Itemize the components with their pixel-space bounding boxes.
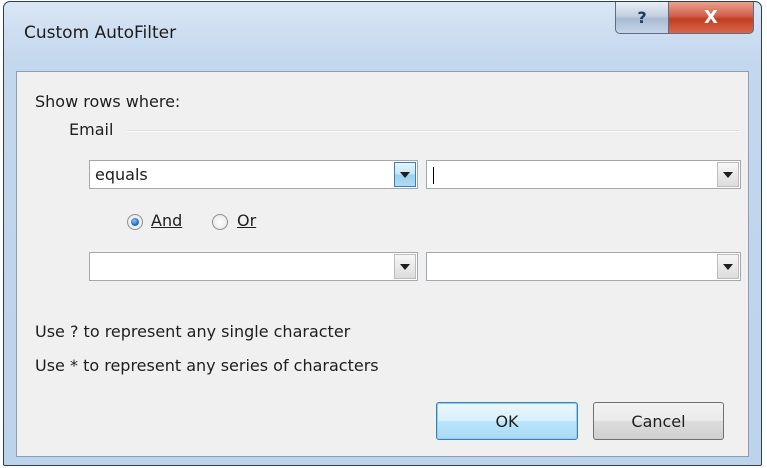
value-combo-2[interactable] — [426, 252, 741, 281]
close-icon: X — [704, 7, 718, 28]
dialog-title: Custom AutoFilter — [24, 23, 177, 43]
column-name-label: Email — [69, 120, 114, 139]
or-radio[interactable] — [212, 214, 228, 230]
chevron-down-icon — [723, 263, 733, 270]
value-combo-1-dropdown-button[interactable] — [717, 162, 739, 187]
chevron-down-icon — [400, 263, 410, 270]
radio-selected-dot — [131, 218, 139, 226]
operator-select-2-dropdown-button[interactable] — [394, 254, 416, 279]
value-combo-2-dropdown-button[interactable] — [717, 254, 739, 279]
chevron-down-icon — [400, 171, 410, 178]
and-radio[interactable] — [127, 214, 143, 230]
or-radio-label[interactable]: Or — [237, 211, 256, 230]
dialog-body: Show rows where: Email equals And Or Use… — [16, 71, 749, 457]
show-rows-label: Show rows where: — [35, 92, 181, 111]
group-separator — [127, 130, 739, 132]
help-button[interactable]: ? — [615, 2, 669, 34]
operator-select-1-dropdown-button[interactable] — [394, 162, 416, 187]
operator-select-2[interactable] — [89, 252, 418, 281]
hint-series-characters: Use * to represent any series of charact… — [35, 356, 379, 375]
chevron-down-icon — [723, 171, 733, 178]
operator-select-1[interactable]: equals — [89, 160, 418, 189]
value-combo-1[interactable] — [426, 160, 741, 189]
operator-select-1-value: equals — [95, 165, 148, 184]
close-button[interactable]: X — [668, 2, 754, 34]
question-mark-icon: ? — [637, 8, 647, 27]
ok-button[interactable]: OK — [436, 402, 578, 440]
text-cursor — [433, 167, 434, 184]
custom-autofilter-dialog: Custom AutoFilter ? X Show rows where: E… — [3, 1, 762, 466]
hint-single-character: Use ? to represent any single character — [35, 322, 351, 341]
and-radio-label[interactable]: And — [151, 211, 182, 230]
cancel-button[interactable]: Cancel — [593, 402, 724, 440]
